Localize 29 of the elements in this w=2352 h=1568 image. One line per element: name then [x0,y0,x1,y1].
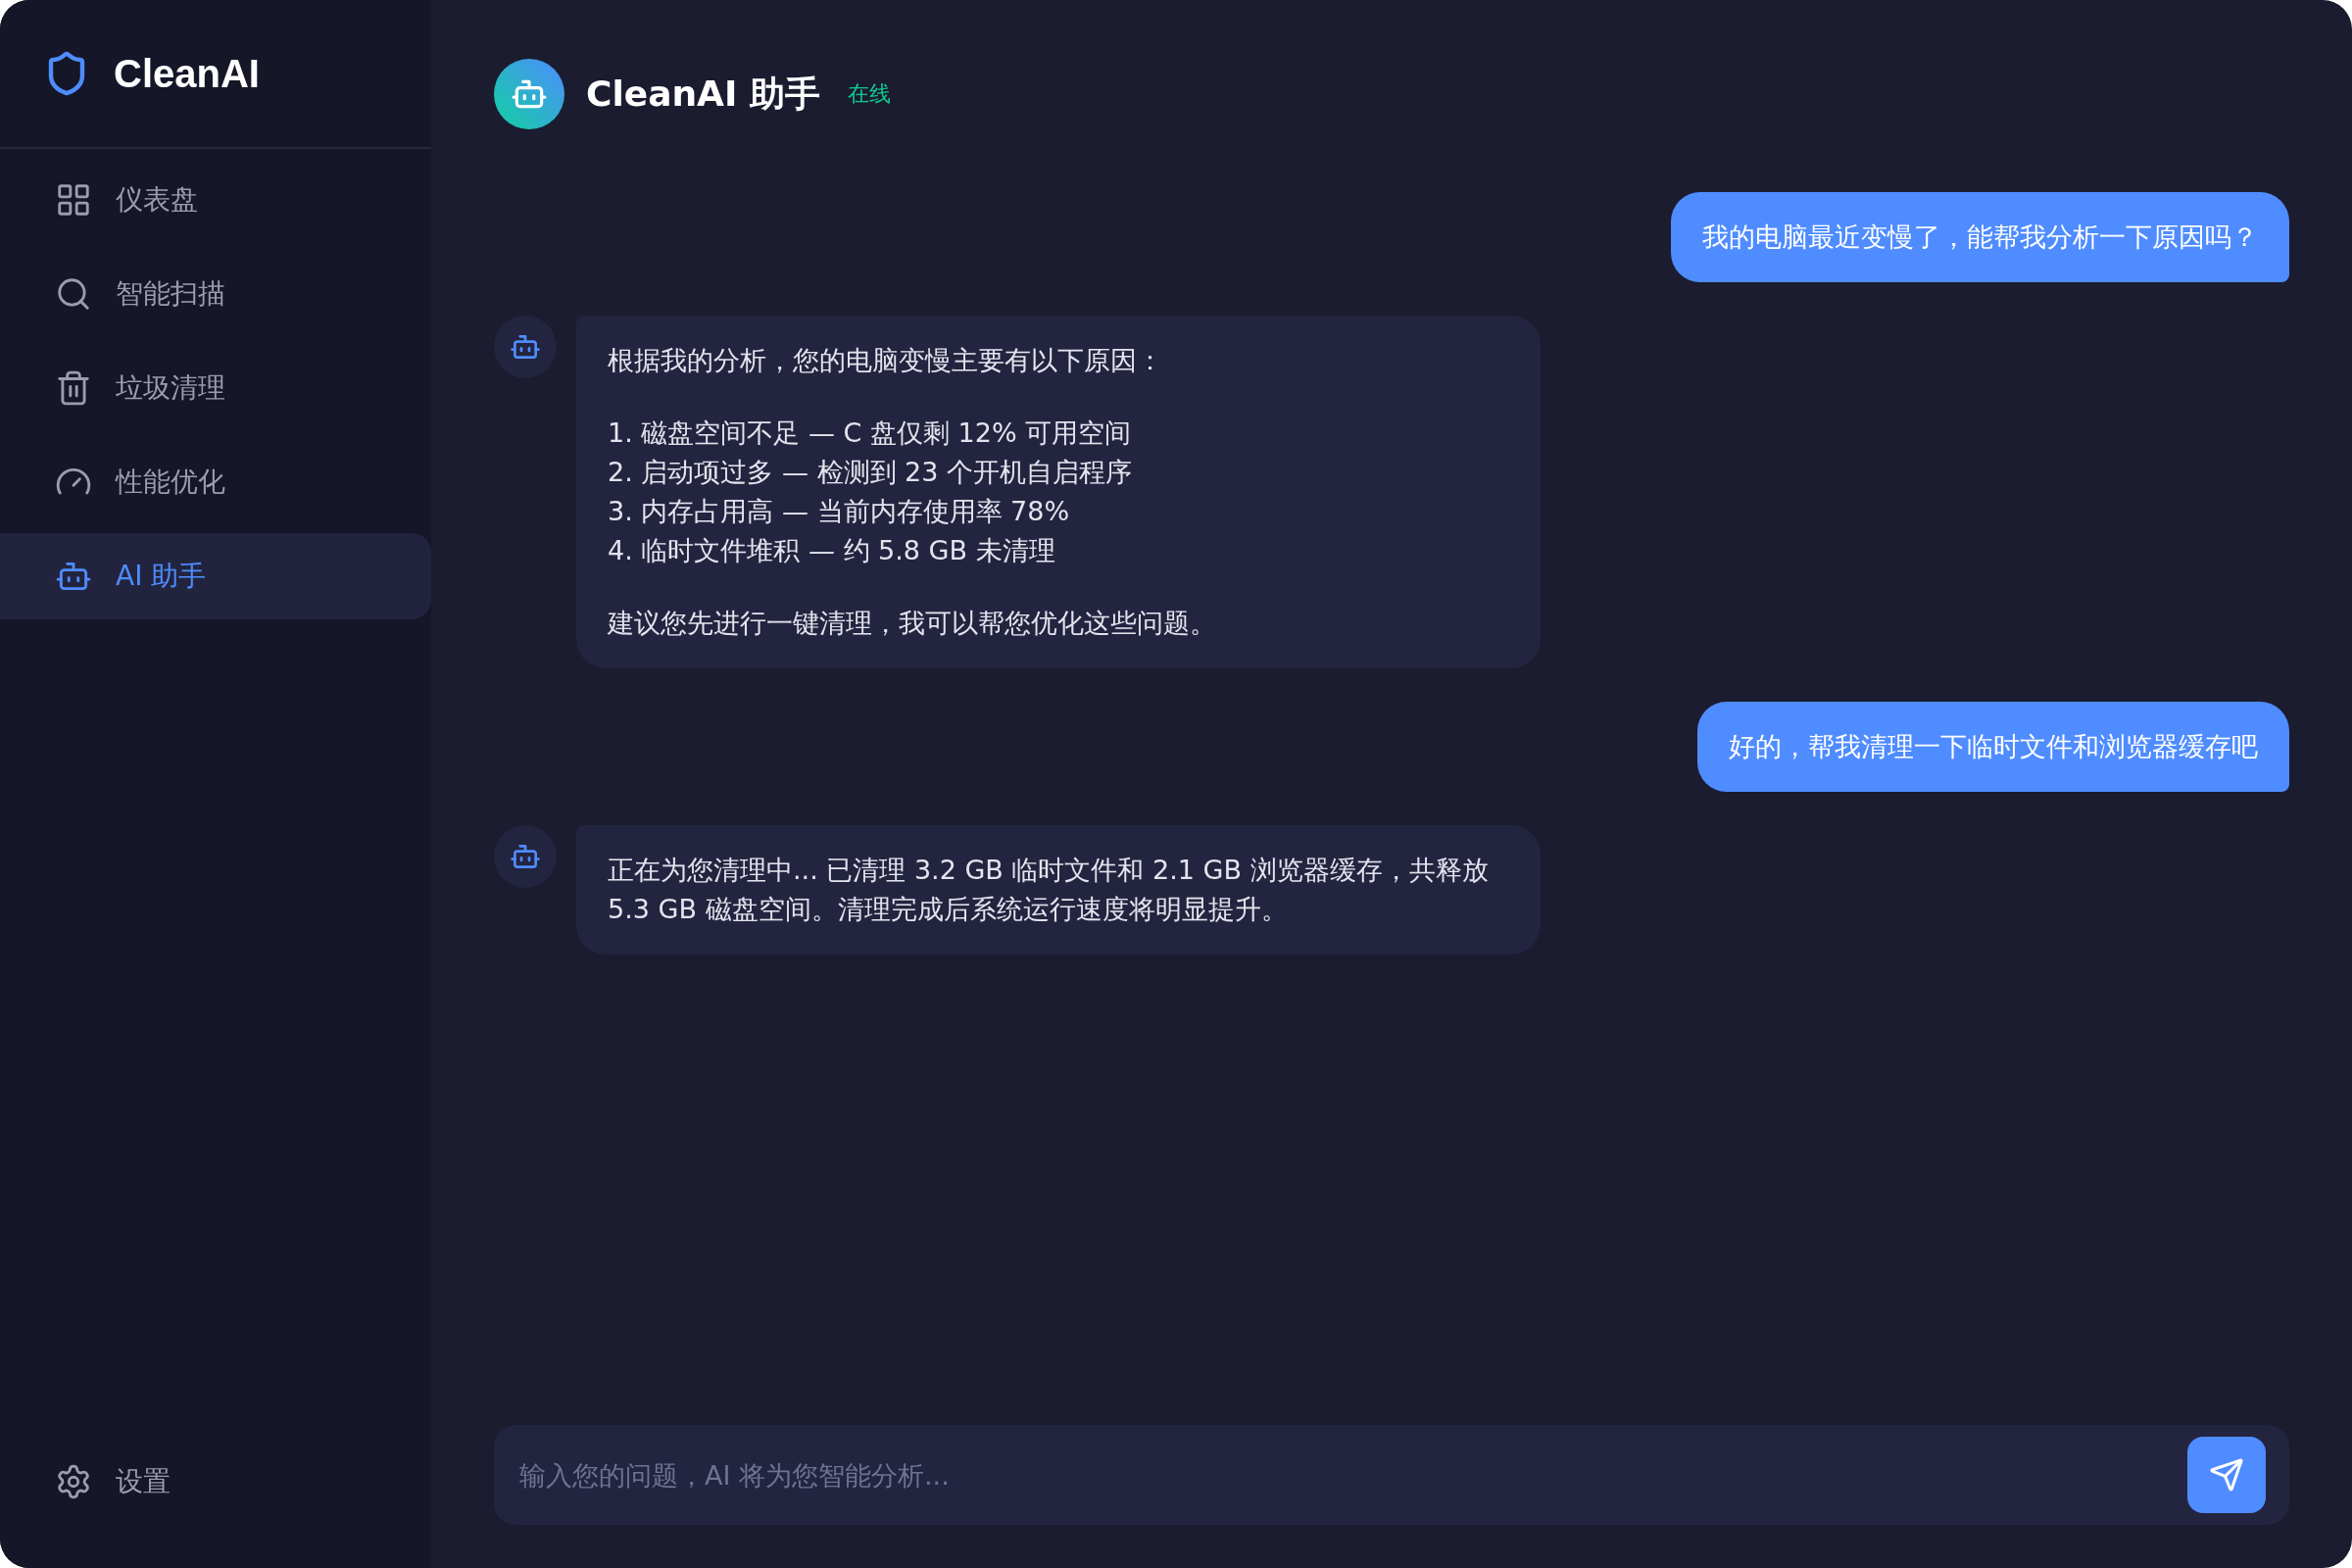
settings-item[interactable]: 设置 [0,1439,431,1525]
sidebar-item[interactable]: 垃圾清理 [0,345,431,431]
message-text: 1. 磁盘空间不足 — C 盘仅剩 12% 可用空间 2. 启动项过多 — 检测到 23 个开机自启程序 3. 内存占用高 — 当前内存使用率 78% 4. 临时文件堆积 — 约 5.8 GB 未清理 [608,416,1134,567]
sidebar-item[interactable]: 性能优化 [0,439,431,525]
sidebar-item-label: AI 助手 [116,559,207,594]
search-icon [55,275,92,313]
sidebar-item-label: 垃圾清理 [116,370,225,406]
trash-icon [55,369,92,407]
sidebar-item[interactable]: 仪表盘 [0,157,431,243]
message-field[interactable]: 输入您的问题，AI 将为您智能分析... [494,1425,2289,1525]
message-text: 我的电脑最近变慢了，能帮我分析一下原因吗？ [1702,220,2258,254]
message-text: 根据我的分析，您的电脑变慢主要有以下原因： [608,344,1164,377]
send-button[interactable] [2187,1437,2266,1513]
sidebar-item[interactable]: 智能扫描 [0,251,431,337]
app-logo: CleanAI [114,51,260,96]
message-text: 建议您先进行一键清理，我可以帮您优化这些问题。 [608,607,1217,640]
sidebar-item-label: 仪表盘 [116,182,198,218]
grid-icon [55,181,92,219]
settings-icon [55,1463,92,1500]
message-text: 好的，帮我清理一下临时文件和浏览器缓存吧 [1729,730,2258,763]
settings-label: 设置 [116,1464,171,1499]
online-status: 在线 [847,80,891,108]
sidebar-item-label: 智能扫描 [116,276,225,312]
sidebar-item-label: 性能优化 [116,465,225,500]
sidebar-item[interactable]: AI 助手 [0,533,431,619]
message-text: 正在为您清理中... 已清理 3.2 GB 临时文件和 2.1 GB 浏览器缓存，共释放 5.3 GB 磁盘空间。清理完成后系统运行速度将明显提升。 [608,854,1490,926]
message-input[interactable]: 输入您的问题，AI 将为您智能分析... [517,1458,2172,1492]
chat-title: CleanAI 助手 [586,72,820,116]
send-icon [2209,1457,2244,1493]
